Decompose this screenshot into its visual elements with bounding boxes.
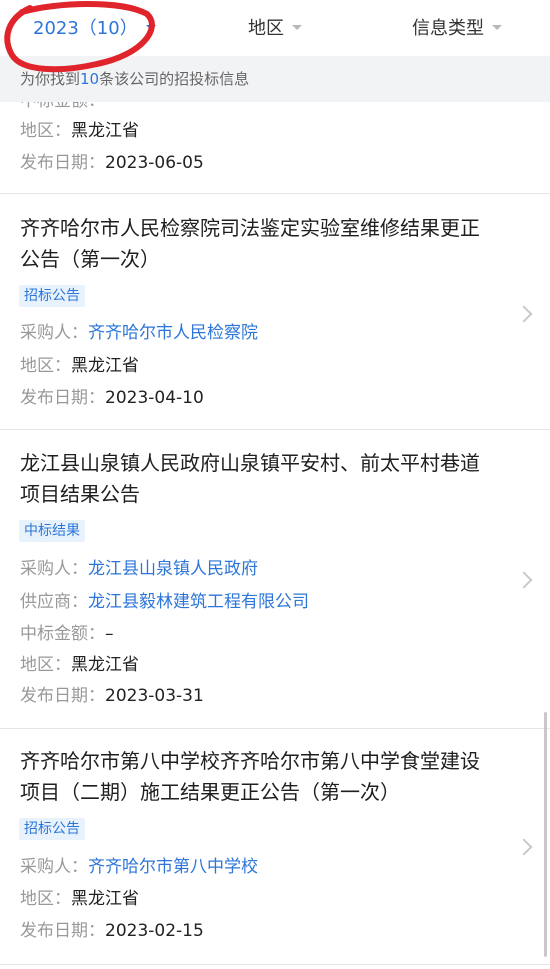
region-row: 地区：黑龙江省 (20, 120, 139, 142)
buyer-row: 采购人：齐齐哈尔市人民检察院 (20, 322, 258, 344)
filter-year-label: 2023（10） (33, 18, 138, 39)
buyer-row: 采购人：龙江县山泉镇人民政府 (20, 558, 258, 580)
date-row: 发布日期：2023-06-05 (20, 152, 204, 174)
region-row: 地区：黑龙江省 (20, 355, 139, 377)
buyer-row: 采购人：齐齐哈尔市第八中学校 (20, 856, 258, 878)
region-row: 地区：黑龙江省 (20, 888, 139, 910)
result-count-strip: 为你找到10条该公司的招投标信息 (0, 56, 550, 102)
region-value: 黑龙江省 (71, 356, 139, 376)
region-label: 地区： (20, 356, 71, 376)
list-item[interactable]: 齐齐哈尔市人民检察院司法鉴定实验室维修结果更正公告（第一次） 招标公告 采购人：… (0, 194, 550, 430)
chevron-right-icon[interactable] (515, 571, 533, 589)
region-value: 黑龙江省 (71, 121, 139, 141)
date-row: 发布日期：2023-04-10 (20, 387, 204, 409)
date-label: 发布日期： (20, 686, 105, 706)
caret-down-icon (145, 24, 156, 30)
filter-region[interactable]: 地区 (248, 14, 302, 40)
filter-region-label: 地区 (248, 18, 284, 39)
category-tag: 招标公告 (19, 818, 85, 840)
buyer-label: 采购人： (20, 323, 88, 343)
buyer-link[interactable]: 齐齐哈尔市第八中学校 (88, 857, 258, 877)
supplier-row: 供应商：龙江县毅林建筑工程有限公司 (20, 591, 309, 613)
list-item-partial[interactable]: 中标金额： 地区：黑龙江省 发布日期：2023-06-05 (0, 102, 550, 194)
list-item[interactable]: 齐齐哈尔市第八中学校齐齐哈尔市第八中学食堂建设项目（二期）施工结果更正公告（第一… (0, 729, 550, 965)
caret-down-icon (292, 24, 302, 30)
amount-row: 中标金额：– (20, 623, 114, 645)
buyer-link[interactable]: 龙江县山泉镇人民政府 (88, 559, 258, 579)
date-value: 2023-03-31 (105, 686, 204, 706)
filter-year[interactable]: 2023（10） (33, 14, 156, 40)
scrollbar[interactable] (544, 712, 547, 957)
date-row: 发布日期：2023-02-15 (20, 920, 204, 942)
buyer-label: 采购人： (20, 559, 88, 579)
region-value: 黑龙江省 (71, 889, 139, 909)
date-value: 2023-06-05 (105, 153, 204, 173)
filter-bar: 2023（10） 地区 信息类型 (0, 0, 550, 56)
filter-type-label: 信息类型 (412, 18, 484, 39)
result-prefix: 为你找到 (20, 70, 81, 88)
region-label: 地区： (20, 121, 71, 141)
date-row: 发布日期：2023-03-31 (20, 685, 204, 707)
supplier-link[interactable]: 龙江县毅林建筑工程有限公司 (88, 592, 309, 612)
amount-label: 中标金额： (20, 624, 105, 644)
caret-down-icon (492, 24, 502, 30)
date-label: 发布日期： (20, 388, 105, 408)
list-item[interactable]: 龙江县山泉镇人民政府山泉镇平安村、前太平村巷道项目结果公告 中标结果 采购人：龙… (0, 430, 550, 729)
supplier-label: 供应商： (20, 592, 88, 612)
chevron-right-icon[interactable] (515, 305, 533, 323)
category-tag: 招标公告 (19, 285, 85, 307)
region-row: 地区：黑龙江省 (20, 654, 139, 676)
category-tag: 中标结果 (19, 520, 85, 542)
region-label: 地区： (20, 655, 71, 675)
result-suffix: 条该公司的招投标信息 (99, 70, 250, 88)
item-title: 齐齐哈尔市人民检察院司法鉴定实验室维修结果更正公告（第一次） (20, 216, 480, 271)
date-value: 2023-02-15 (105, 921, 204, 941)
date-value: 2023-04-10 (105, 388, 204, 408)
buyer-label: 采购人： (20, 857, 88, 877)
filter-type[interactable]: 信息类型 (412, 14, 502, 40)
item-title: 龙江县山泉镇人民政府山泉镇平安村、前太平村巷道项目结果公告 (20, 451, 480, 506)
result-count: 10 (80, 70, 100, 88)
date-label: 发布日期： (20, 921, 105, 941)
item-title: 齐齐哈尔市第八中学校齐齐哈尔市第八中学食堂建设项目（二期）施工结果更正公告（第一… (20, 749, 480, 804)
buyer-link[interactable]: 齐齐哈尔市人民检察院 (88, 323, 258, 343)
region-label: 地区： (20, 889, 71, 909)
amount-value: – (105, 624, 114, 644)
date-label: 发布日期： (20, 153, 105, 173)
region-value: 黑龙江省 (71, 655, 139, 675)
chevron-right-icon[interactable] (515, 838, 533, 856)
